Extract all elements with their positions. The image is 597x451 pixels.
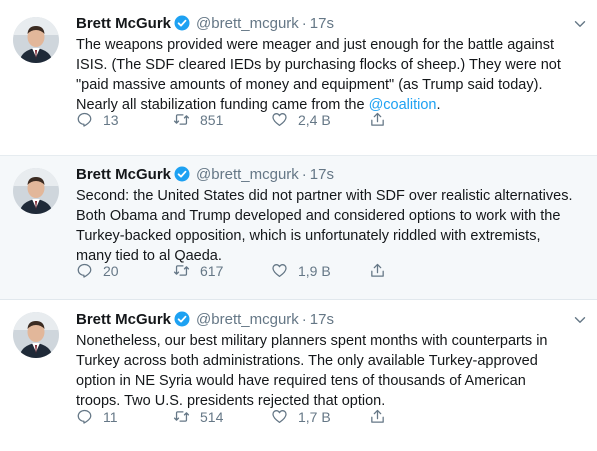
- like-button[interactable]: 1,9 B: [271, 261, 331, 281]
- share-button[interactable]: [369, 110, 396, 130]
- share-icon: [371, 112, 384, 126]
- retweet-button[interactable]: 514: [173, 407, 223, 427]
- tweet-text-line: Second: the United States did not partne…: [76, 188, 573, 204]
- author-handle[interactable]: @brett_mcgurk: [196, 15, 299, 32]
- author-name[interactable]: Brett McGurk: [76, 166, 171, 183]
- verified-badge-icon: [174, 166, 190, 182]
- share-button[interactable]: [369, 407, 396, 427]
- reply-button[interactable]: 13: [76, 110, 119, 130]
- reply-count: 13: [103, 112, 119, 128]
- separator-dot: ·: [301, 15, 307, 32]
- tweet-actions: 13 851 2,4 B: [76, 110, 496, 130]
- retweet-icon: [173, 411, 190, 422]
- reply-button[interactable]: 20: [76, 261, 119, 281]
- reply-icon: [77, 112, 92, 127]
- tweet[interactable]: Brett McGurk @brett_mcgurk · 17s The weapon…: [0, 0, 597, 156]
- retweet-icon: [173, 114, 190, 125]
- tweet-text-line: option in NE Syria would have required t…: [76, 373, 526, 389]
- retweet-count: 617: [200, 263, 224, 279]
- avatar[interactable]: [13, 17, 59, 63]
- tweet-text-line: Nonetheless, our best military planners …: [76, 333, 548, 349]
- timestamp[interactable]: 17s: [310, 166, 334, 183]
- separator-dot: ·: [301, 311, 307, 328]
- heart-icon: [272, 264, 287, 278]
- tweet-content: Brett McGurk @brett_mcgurk · 17s Nonetheles…: [76, 310, 586, 411]
- reply-button[interactable]: 11: [76, 407, 118, 427]
- avatar-image: [13, 168, 59, 214]
- avatar[interactable]: [13, 168, 59, 214]
- tweet[interactable]: Brett McGurk @brett_mcgurk · 17s Nonetheles…: [0, 300, 597, 451]
- heart-icon: [272, 410, 287, 424]
- author-name[interactable]: Brett McGurk: [76, 15, 171, 32]
- avatar[interactable]: [13, 312, 59, 358]
- author-handle[interactable]: @brett_mcgurk: [196, 166, 299, 183]
- tweet-actions: 20 617 1,9 B: [76, 261, 496, 281]
- retweet-count: 514: [200, 409, 224, 425]
- author-name[interactable]: Brett McGurk: [76, 311, 171, 328]
- retweet-count: 851: [200, 112, 224, 128]
- like-count: 2,4 B: [298, 112, 331, 128]
- tweet-text-line: ISIS. (The SDF cleared IEDs by purchasin…: [76, 57, 561, 73]
- verified-badge-icon: [174, 311, 190, 327]
- tweet-content: Brett McGurk @brett_mcgurk · 17s Second: th…: [76, 165, 583, 266]
- like-button[interactable]: 2,4 B: [271, 110, 331, 130]
- tweet-text-line: Both Obama and Trump developed and consi…: [76, 208, 561, 224]
- reply-count: 11: [103, 409, 118, 425]
- chevron-down-icon[interactable]: [573, 17, 587, 31]
- author-handle[interactable]: @brett_mcgurk: [196, 311, 299, 328]
- retweet-button[interactable]: 617: [173, 261, 223, 281]
- tweet-text-line: Turkey-backed opposition, which is unfor…: [76, 228, 541, 244]
- tweet-thread: Brett McGurk @brett_mcgurk · 17s The weapon…: [0, 0, 597, 451]
- tweet-text: The weapons provided were meager and jus…: [76, 35, 583, 115]
- verified-badge-icon: [174, 15, 190, 31]
- share-icon: [371, 409, 384, 423]
- timestamp[interactable]: 17s: [310, 311, 334, 328]
- tweet-actions: 11 514 1,7 B: [76, 407, 496, 427]
- chevron-down-icon[interactable]: [573, 313, 587, 327]
- tweet-text-line: The weapons provided were meager and jus…: [76, 37, 555, 53]
- retweet-icon: [173, 265, 190, 276]
- reply-count: 20: [103, 263, 119, 279]
- tweet-text: Second: the United States did not partne…: [76, 186, 583, 266]
- like-count: 1,9 B: [298, 263, 331, 279]
- share-icon: [371, 263, 384, 277]
- tweet-header: Brett McGurk @brett_mcgurk · 17s: [76, 165, 583, 185]
- avatar-image: [13, 312, 59, 358]
- retweet-button[interactable]: 851: [173, 110, 223, 130]
- like-count: 1,7 B: [298, 409, 331, 425]
- separator-dot: ·: [301, 166, 307, 183]
- tweet-text-line: Turkey across both administrations. The …: [76, 353, 538, 369]
- reply-icon: [77, 409, 92, 424]
- tweet-content: Brett McGurk @brett_mcgurk · 17s The weapon…: [76, 14, 586, 115]
- tweet-header: Brett McGurk @brett_mcgurk · 17s: [76, 310, 586, 330]
- share-button[interactable]: [369, 261, 396, 281]
- tweet-text-line: "paid massive amounts of money and equip…: [76, 77, 543, 93]
- tweet-text: Nonetheless, our best military planners …: [76, 331, 583, 411]
- avatar-image: [13, 17, 59, 63]
- like-button[interactable]: 1,7 B: [271, 407, 331, 427]
- tweet-header: Brett McGurk @brett_mcgurk · 17s: [76, 14, 586, 34]
- reply-icon: [77, 263, 92, 278]
- tweet[interactable]: Brett McGurk @brett_mcgurk · 17s Second: th…: [0, 156, 597, 300]
- timestamp[interactable]: 17s: [310, 15, 334, 32]
- heart-icon: [272, 113, 287, 127]
